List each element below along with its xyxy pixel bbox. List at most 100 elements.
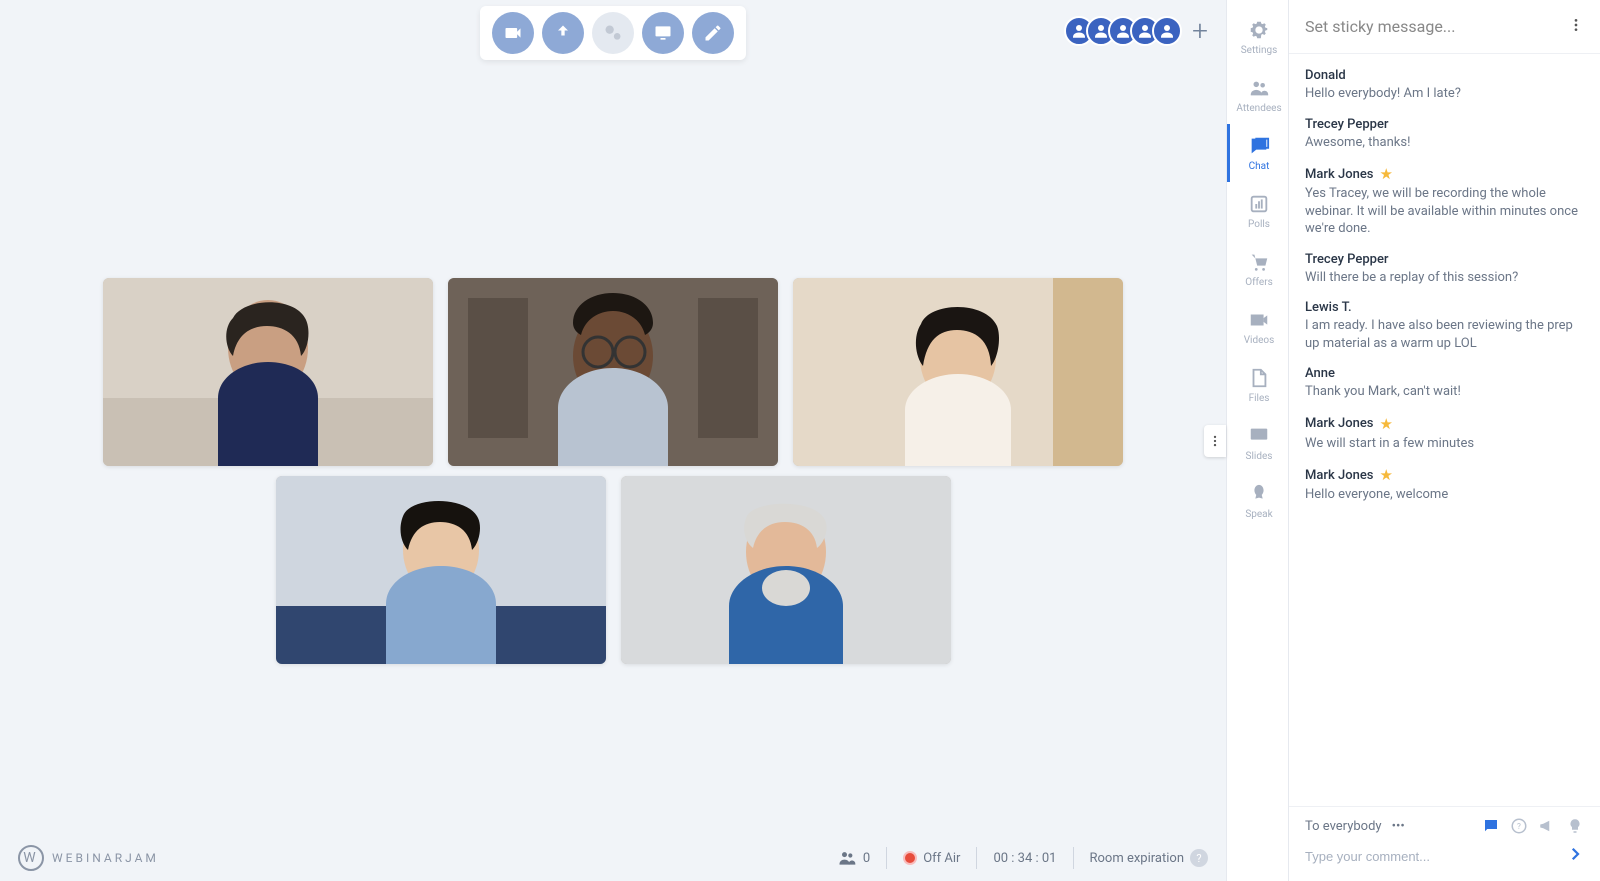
screen-icon	[653, 23, 673, 43]
participant-avatars: +	[1064, 14, 1208, 47]
stage-options-button[interactable]	[1204, 425, 1226, 457]
audience-options[interactable]: •••	[1392, 819, 1405, 834]
right-rail: Settings Attendees Chat Polls Offers Videos Fi…	[1226, 0, 1288, 881]
chat-header-menu[interactable]	[1568, 17, 1584, 37]
divider	[1073, 847, 1074, 869]
video-tile[interactable]	[103, 278, 433, 466]
chat-footer: To everybody ••• ?	[1289, 806, 1600, 881]
video-tile[interactable]	[276, 476, 606, 664]
sidebar-item-label: Settings	[1241, 45, 1278, 56]
chat-message: DonaldHello everybody! Am I late?	[1305, 68, 1584, 103]
chat-message: Mark Jones ★ We will start in a few minut…	[1305, 415, 1584, 453]
chat-message-text: Hello everybody! Am I late?	[1305, 85, 1584, 103]
help-icon[interactable]: ?	[1190, 849, 1208, 867]
attendees-icon	[1248, 77, 1270, 99]
sidebar-item-label: Offers	[1245, 277, 1273, 288]
chat-message-author: Mark Jones ★	[1305, 466, 1584, 484]
slides-icon	[1248, 425, 1270, 447]
chat-message-text: We will start in a few minutes	[1305, 435, 1584, 453]
person-icon	[1158, 22, 1176, 40]
question-circle-icon[interactable]: ?	[1510, 817, 1528, 835]
room-expiration: Room expiration ?	[1090, 849, 1209, 867]
air-status[interactable]: Off Air	[903, 851, 960, 866]
sidebar-item-label: Files	[1249, 393, 1270, 404]
sidebar-item-label: Chat	[1249, 161, 1270, 172]
chat-message-author: Trecey Pepper	[1305, 117, 1584, 132]
people-icon	[837, 848, 857, 868]
mic-button[interactable]	[542, 12, 584, 54]
sidebar-item-slides[interactable]: Slides	[1227, 414, 1288, 472]
stage-top-bar: +	[0, 0, 1226, 60]
share-icon	[603, 23, 623, 43]
video-tile[interactable]	[621, 476, 951, 664]
settings-icon	[1248, 19, 1270, 41]
sidebar-item-chat[interactable]: Chat	[1227, 124, 1288, 182]
session-timer: 00 : 34 : 01	[993, 851, 1056, 866]
audience-selector[interactable]: To everybody	[1305, 819, 1382, 834]
record-dot-icon	[903, 851, 917, 865]
add-participant-button[interactable]: +	[1192, 14, 1208, 47]
chat-bubble-icon[interactable]	[1482, 817, 1500, 835]
sidebar-item-label: Videos	[1244, 335, 1275, 346]
video-tile[interactable]	[793, 278, 1123, 466]
star-icon: ★	[1379, 415, 1392, 433]
chat-message: Mark Jones ★ Hello everyone, welcome	[1305, 466, 1584, 504]
dots-vertical-icon	[1208, 434, 1222, 448]
chevron-right-icon	[1566, 845, 1584, 863]
air-status-label: Off Air	[923, 851, 960, 866]
mic-arrow-icon	[553, 23, 573, 43]
brand-logo-icon: W	[18, 845, 44, 871]
chat-input[interactable]	[1305, 849, 1556, 864]
sidebar-item-videos[interactable]: Videos	[1227, 298, 1288, 356]
camera-icon	[503, 23, 523, 43]
star-icon: ★	[1379, 466, 1392, 484]
star-icon: ★	[1379, 165, 1392, 183]
sidebar-item-attendees[interactable]: Attendees	[1227, 66, 1288, 124]
draw-button[interactable]	[692, 12, 734, 54]
send-button[interactable]	[1566, 845, 1584, 867]
sidebar-item-settings[interactable]: Settings	[1227, 8, 1288, 66]
sticky-message-placeholder[interactable]: Set sticky message...	[1305, 17, 1455, 36]
chat-icon	[1248, 135, 1270, 157]
lightbulb-icon[interactable]	[1566, 817, 1584, 835]
chat-message-text: I am ready. I have also been reviewing t…	[1305, 317, 1584, 352]
sidebar-item-offers[interactable]: Offers	[1227, 240, 1288, 298]
polls-icon	[1248, 193, 1270, 215]
sidebar-item-label: Attendees	[1236, 103, 1281, 114]
chat-message-text: Hello everyone, welcome	[1305, 486, 1584, 504]
camera-button[interactable]	[492, 12, 534, 54]
chat-panel: Set sticky message... DonaldHello everyb…	[1288, 0, 1600, 881]
stage-area: +	[0, 0, 1226, 881]
chat-message: AnneThank you Mark, can't wait!	[1305, 366, 1584, 401]
speak-icon	[1248, 483, 1270, 505]
chat-message: Lewis T.I am ready. I have also been rev…	[1305, 300, 1584, 352]
video-tile[interactable]	[448, 278, 778, 466]
svg-text:?: ?	[1517, 822, 1521, 832]
chat-messages: DonaldHello everybody! Am I late? Trecey …	[1289, 54, 1600, 806]
room-expiration-label: Room expiration	[1090, 851, 1185, 866]
sidebar-item-files[interactable]: Files	[1227, 356, 1288, 414]
sidebar-item-label: Slides	[1246, 451, 1273, 462]
sidebar-item-polls[interactable]: Polls	[1227, 182, 1288, 240]
chat-message: Trecey PepperAwesome, thanks!	[1305, 117, 1584, 152]
chat-message-author: Anne	[1305, 366, 1584, 381]
chat-message-text: Yes Tracey, we will be recording the who…	[1305, 185, 1584, 238]
offers-icon	[1248, 251, 1270, 273]
brand: W WEBINARJAM	[18, 845, 159, 871]
sidebar-item-label: Polls	[1248, 219, 1270, 230]
chat-message-author: Mark Jones ★	[1305, 415, 1584, 433]
chat-header: Set sticky message...	[1289, 0, 1600, 54]
sidebar-item-speak[interactable]: Speak	[1227, 472, 1288, 530]
divider	[886, 847, 887, 869]
dots-vertical-icon	[1568, 17, 1584, 33]
chat-message: Mark Jones ★Yes Tracey, we will be recor…	[1305, 165, 1584, 238]
megaphone-icon[interactable]	[1538, 817, 1556, 835]
chat-message-author: Trecey Pepper	[1305, 252, 1584, 267]
screen-button[interactable]	[642, 12, 684, 54]
avatar[interactable]	[1152, 16, 1182, 46]
footer-bar: W WEBINARJAM 0 Off Air 00 : 34 : 01 Room…	[0, 835, 1226, 881]
chat-message-text: Will there be a replay of this session?	[1305, 269, 1584, 287]
pencil-icon	[703, 23, 723, 43]
share-button[interactable]	[592, 12, 634, 54]
media-toolbar	[480, 6, 746, 60]
